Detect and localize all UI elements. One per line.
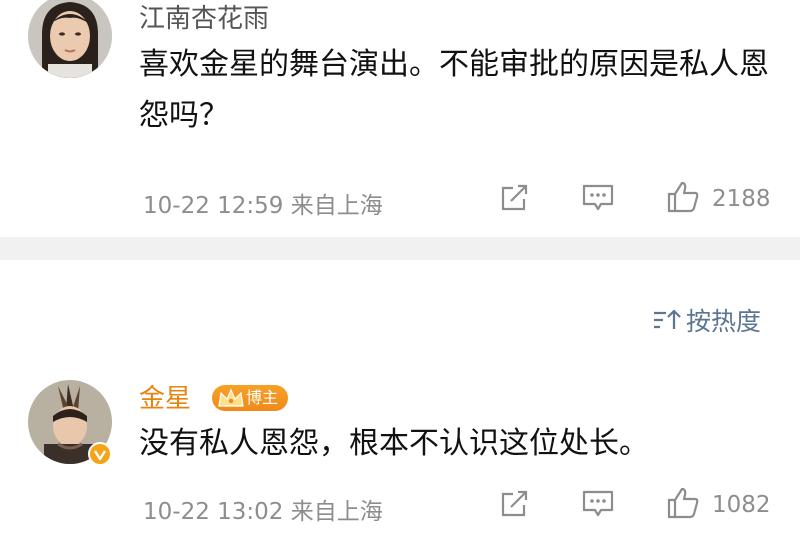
section-divider xyxy=(0,237,800,260)
share-icon[interactable] xyxy=(498,488,530,520)
comment-text: 没有私人恩怨，根本不认识这位处长。 xyxy=(139,426,649,461)
like-count: 2188 xyxy=(712,186,771,212)
like-icon[interactable] xyxy=(666,180,700,214)
avatar[interactable] xyxy=(28,0,112,78)
comment-meta: 10-22 12:59 来自上海 2188 xyxy=(0,180,800,220)
sort-label: 按热度 xyxy=(686,307,762,336)
badge-label: 博主 xyxy=(246,388,279,407)
share-icon[interactable] xyxy=(498,182,530,214)
comment-text: 喜欢金星的舞台演出。不能审批的原因是私人恩怨吗？ xyxy=(139,47,769,133)
sort-by-hot-button[interactable]: 按热度 xyxy=(652,303,761,337)
comment-author[interactable]: 江南杏花雨 xyxy=(139,0,269,35)
comment-item: 江南杏花雨 喜欢金星的舞台演出。不能审批的原因是私人恩怨吗？ 10-22 12:… xyxy=(0,0,800,232)
comment-item: 金星 博主 没有私人恩怨，根本不认识这位处长。 10-22 13:02 来自上海… xyxy=(0,360,800,543)
comment-icon[interactable] xyxy=(581,182,615,214)
crown-icon xyxy=(218,388,244,407)
sort-icon xyxy=(654,309,681,329)
comment-icon[interactable] xyxy=(581,488,615,520)
verified-icon xyxy=(88,442,112,466)
comment-author[interactable]: 金星 xyxy=(139,378,191,415)
comment-timestamp: 10-22 13:02 来自上海 xyxy=(143,499,383,525)
comment-timestamp: 10-22 12:59 来自上海 xyxy=(143,193,383,219)
comment-meta: 10-22 13:02 来自上海 1082 xyxy=(0,486,800,526)
like-icon[interactable] xyxy=(666,486,700,520)
like-count: 1082 xyxy=(712,492,771,518)
blogger-badge: 博主 xyxy=(212,385,289,411)
